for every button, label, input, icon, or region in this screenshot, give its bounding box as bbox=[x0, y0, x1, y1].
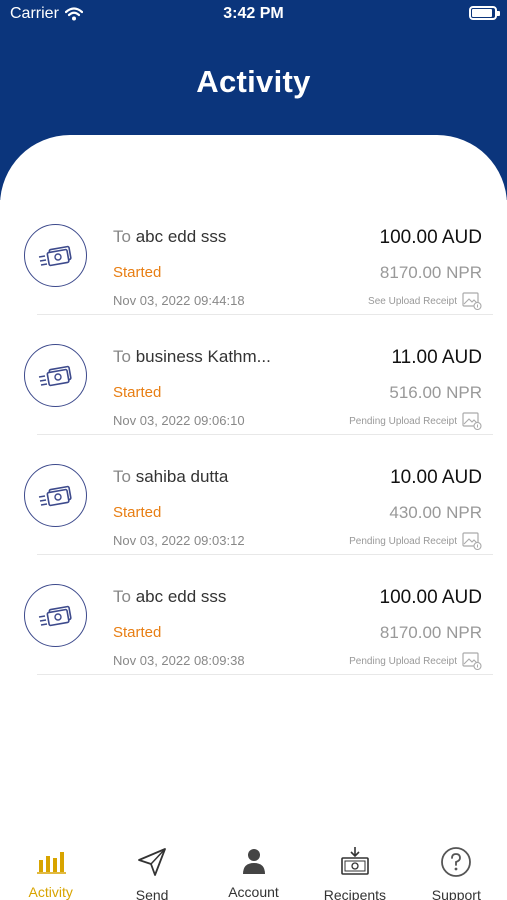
transaction-date: Nov 03, 2022 09:44:18 bbox=[113, 293, 245, 308]
receipt-label: See Upload Receipt bbox=[368, 295, 457, 307]
tab-label: Account bbox=[228, 884, 279, 900]
receipt-label: Pending Upload Receipt bbox=[349, 535, 457, 547]
help-icon bbox=[440, 846, 472, 878]
amount-sent: 100.00 AUD bbox=[379, 227, 482, 248]
activity-list: To abc edd sss Started Nov 03, 2022 09:4… bbox=[0, 135, 507, 830]
person-icon bbox=[241, 846, 267, 875]
recipient-name: To abc edd sss bbox=[113, 587, 227, 606]
battery-icon bbox=[469, 6, 500, 20]
status-label: Started bbox=[113, 264, 162, 281]
transaction-date: Nov 03, 2022 09:03:12 bbox=[113, 533, 245, 548]
tab-label: Activity bbox=[28, 884, 73, 900]
recipient-name: To sahiba dutta bbox=[113, 467, 229, 486]
upload-receipt-button[interactable]: See Upload Receipt bbox=[368, 292, 482, 310]
money-icon bbox=[24, 224, 87, 287]
tab-send[interactable]: Send bbox=[101, 830, 202, 900]
tab-label: Recipents bbox=[323, 887, 387, 900]
send-icon bbox=[136, 846, 168, 878]
receipt-image-icon bbox=[462, 532, 482, 550]
amount-sent: 10.00 AUD bbox=[390, 467, 482, 488]
receipt-label: Pending Upload Receipt bbox=[349, 655, 457, 667]
transaction-row[interactable]: To abc edd sss Started Nov 03, 2022 09:4… bbox=[0, 195, 507, 315]
status-label: Started bbox=[113, 624, 162, 641]
upload-receipt-button[interactable]: Pending Upload Receipt bbox=[349, 652, 482, 670]
amount-received: 8170.00 NPR bbox=[379, 263, 482, 282]
row-divider bbox=[37, 674, 493, 675]
page-title: Activity bbox=[196, 64, 311, 99]
money-icon bbox=[24, 584, 87, 647]
status-time: 3:42 PM bbox=[223, 5, 284, 22]
amount-received: 8170.00 NPR bbox=[379, 623, 482, 642]
amount-received: 430.00 NPR bbox=[389, 503, 482, 522]
amount-received: 516.00 NPR bbox=[389, 383, 482, 402]
amount-sent: 11.00 AUD bbox=[391, 347, 482, 368]
money-icon bbox=[24, 344, 87, 407]
tab-label: Support bbox=[431, 887, 481, 900]
tab-bar: Activity Send Account Recipents Support bbox=[0, 830, 507, 900]
tab-account[interactable]: Account bbox=[203, 830, 304, 900]
transaction-date: Nov 03, 2022 08:09:38 bbox=[113, 653, 245, 668]
money-icon bbox=[24, 464, 87, 527]
receipt-image-icon bbox=[462, 292, 482, 310]
receipt-image-icon bbox=[462, 652, 482, 670]
transaction-date: Nov 03, 2022 09:06:10 bbox=[113, 413, 245, 428]
bar-chart-icon bbox=[36, 846, 66, 875]
transaction-row[interactable]: To business Kathm... Started Nov 03, 202… bbox=[0, 315, 507, 435]
tab-support[interactable]: Support bbox=[406, 830, 507, 900]
receipt-label: Pending Upload Receipt bbox=[349, 415, 457, 427]
money-icon bbox=[340, 846, 370, 878]
recipient-name: To business Kathm... bbox=[113, 347, 271, 366]
upload-receipt-button[interactable]: Pending Upload Receipt bbox=[349, 532, 482, 550]
upload-receipt-button[interactable]: Pending Upload Receipt bbox=[349, 412, 482, 430]
tab-activity[interactable]: Activity bbox=[0, 830, 101, 900]
transaction-row[interactable]: To sahiba dutta Started Nov 03, 2022 09:… bbox=[0, 435, 507, 555]
recipient-name: To abc edd sss bbox=[113, 227, 227, 246]
tab-label: Send bbox=[135, 887, 169, 900]
amount-sent: 100.00 AUD bbox=[379, 587, 482, 608]
status-label: Started bbox=[113, 384, 162, 401]
status-label: Started bbox=[113, 504, 162, 521]
transaction-row[interactable]: To abc edd sss Started Nov 03, 2022 08:0… bbox=[0, 555, 507, 675]
receipt-image-icon bbox=[462, 412, 482, 430]
status-bar: Carrier 3:42 PM bbox=[0, 0, 507, 28]
tab-recipents[interactable]: Recipents bbox=[304, 830, 405, 900]
